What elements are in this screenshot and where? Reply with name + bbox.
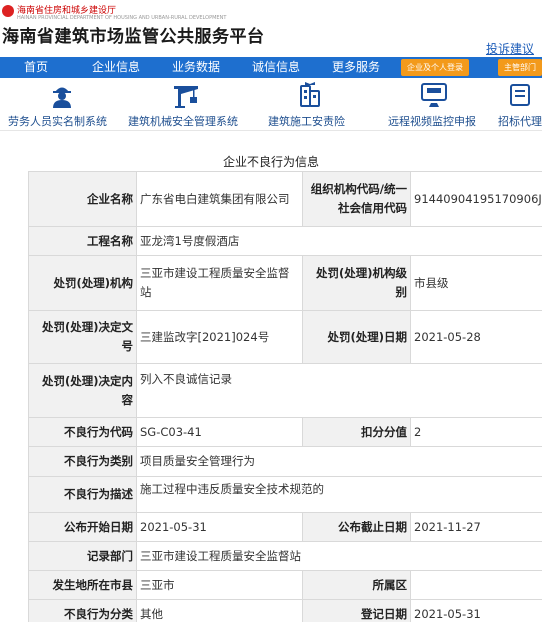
district-value (410, 570, 542, 600)
authority-label: 处罚(处理)机构 (28, 255, 137, 311)
service-label: 建筑施工安责险 (268, 115, 345, 128)
city-value: 三亚市 (136, 570, 303, 600)
table-row: 处罚(处理)决定内容 列入不良诚信记录 (28, 363, 542, 418)
service-shortcuts: 劳务人员实名制系统 建筑机械安全管理系统 建筑施工安责险 远程视频监控申报 招标… (0, 79, 542, 131)
table-row: 发生地所在市县 三亚市 所属区 (28, 570, 542, 600)
authority-value: 三亚市建设工程质量安全监督站 (136, 255, 303, 311)
publish-end-value: 2021-11-27 (410, 512, 542, 542)
nav-home[interactable]: 首页 (24, 57, 48, 78)
city-label: 发生地所在市县 (28, 570, 137, 600)
points-label: 扣分分值 (302, 417, 411, 447)
points-value: 2 (410, 417, 542, 447)
decision-no-value: 三建监改字[2021]024号 (136, 310, 303, 364)
table-row: 不良行为类别 项目质量安全管理行为 (28, 446, 542, 477)
register-date-value: 2021-05-31 (410, 599, 542, 622)
table-row: 公布开始日期 2021-05-31 公布截止日期 2021-11-27 (28, 512, 542, 542)
record-dept-value: 三亚市建设工程质量安全监督站 (136, 541, 542, 571)
behavior-category-label: 不良行为类别 (28, 446, 137, 477)
worker-icon (53, 87, 71, 108)
service-bidding-agency[interactable]: 招标代理 (496, 79, 542, 131)
site-title: 海南省建筑市场监管公共服务平台 (2, 27, 265, 47)
register-date-label: 登记日期 (302, 599, 411, 622)
decision-date-label: 处罚(处理)日期 (302, 310, 411, 364)
table-row: 处罚(处理)机构 三亚市建设工程质量安全监督站 处罚(处理)机构级别 市县级 (28, 255, 542, 311)
behavior-class-value: 其他 (136, 599, 303, 622)
service-label: 招标代理 (498, 115, 542, 128)
project-value: 亚龙湾1号度假酒店 (136, 226, 542, 256)
service-remote-video[interactable]: 远程视频监控申报 (386, 79, 486, 131)
project-label: 工程名称 (28, 226, 137, 256)
authority-level-label: 处罚(处理)机构级别 (302, 255, 411, 311)
table-row: 不良行为描述 施工过程中违反质量安全技术规范的 (28, 476, 542, 513)
company-name-value: 广东省电白建筑集团有限公司 (136, 171, 303, 227)
behavior-code-value: SG-C03-41 (136, 417, 303, 447)
org-code-label: 组织机构代码/统一社会信用代码 (302, 171, 411, 227)
record-dept-label: 记录部门 (28, 541, 137, 571)
publish-end-label: 公布截止日期 (302, 512, 411, 542)
table-row: 企业名称 广东省电白建筑集团有限公司 组织机构代码/统一社会信用代码 91440… (28, 171, 542, 227)
behavior-description-label: 不良行为描述 (28, 476, 137, 513)
bidding-icon (510, 84, 530, 106)
publish-start-value: 2021-05-31 (136, 512, 303, 542)
authority-level-value: 市县级 (410, 255, 542, 311)
table-row: 工程名称 亚龙湾1号度假酒店 (28, 226, 542, 256)
publish-start-label: 公布开始日期 (28, 512, 137, 542)
record-title: 企业不良行为信息 (222, 155, 319, 169)
decision-date-value: 2021-05-28 (410, 310, 542, 364)
nav-more-services[interactable]: 更多服务 (332, 57, 380, 78)
main-nav: 首页 企业信息 业务数据 诚信信息 更多服务 企业及个人登录 主管部门 (0, 57, 542, 78)
behavior-class-label: 不良行为分类 (28, 599, 137, 622)
crane-icon (174, 86, 198, 108)
behavior-description-value: 施工过程中违反质量安全技术规范的 (136, 476, 542, 513)
department-logo[interactable]: 海南省住房和城乡建设厅 HAINAN PROVINCIAL DEPARTMENT… (2, 3, 226, 21)
decision-content-label: 处罚(处理)决定内容 (28, 363, 137, 418)
decision-no-label: 处罚(处理)决定文号 (28, 310, 137, 364)
table-row: 不良行为代码 SG-C03-41 扣分分值 2 (28, 417, 542, 447)
table-row: 记录部门 三亚市建设工程质量安全监督站 (28, 541, 542, 571)
video-monitor-icon (421, 83, 447, 107)
department-name-en: HAINAN PROVINCIAL DEPARTMENT OF HOUSING … (17, 14, 227, 21)
insurance-icon (300, 82, 320, 107)
table-row: 处罚(处理)决定文号 三建监改字[2021]024号 处罚(处理)日期 2021… (28, 310, 542, 364)
nav-business-data[interactable]: 业务数据 (172, 57, 220, 78)
company-name-label: 企业名称 (28, 171, 137, 227)
decision-content-value: 列入不良诚信记录 (136, 363, 542, 418)
behavior-code-label: 不良行为代码 (28, 417, 137, 447)
national-emblem-icon (2, 4, 14, 17)
site-header: 海南省住房和城乡建设厅 HAINAN PROVINCIAL DEPARTMENT… (0, 0, 542, 57)
service-labor-realname[interactable]: 劳务人员实名制系统 (6, 79, 120, 131)
bad-behavior-table: 企业名称 广东省电白建筑集团有限公司 组织机构代码/统一社会信用代码 91440… (28, 171, 542, 622)
nav-company-info[interactable]: 企业信息 (92, 57, 140, 78)
org-code-value: 91440904195170906J (410, 171, 542, 227)
service-machinery-safety[interactable]: 建筑机械安全管理系统 (126, 79, 250, 131)
service-label: 劳务人员实名制系统 (8, 115, 107, 128)
behavior-category-value: 项目质量安全管理行为 (136, 446, 542, 477)
service-construction-insurance[interactable]: 建筑施工安责险 (266, 79, 358, 131)
nav-credit-info[interactable]: 诚信信息 (252, 57, 300, 78)
admin-login-button[interactable]: 主管部门 (498, 59, 542, 76)
login-button[interactable]: 企业及个人登录 (401, 59, 469, 76)
service-label: 建筑机械安全管理系统 (128, 115, 238, 128)
service-label: 远程视频监控申报 (388, 115, 476, 128)
district-label: 所属区 (302, 570, 411, 600)
table-row: 不良行为分类 其他 登记日期 2021-05-31 (28, 599, 542, 622)
complaint-link[interactable]: 投诉建议 (486, 40, 534, 57)
